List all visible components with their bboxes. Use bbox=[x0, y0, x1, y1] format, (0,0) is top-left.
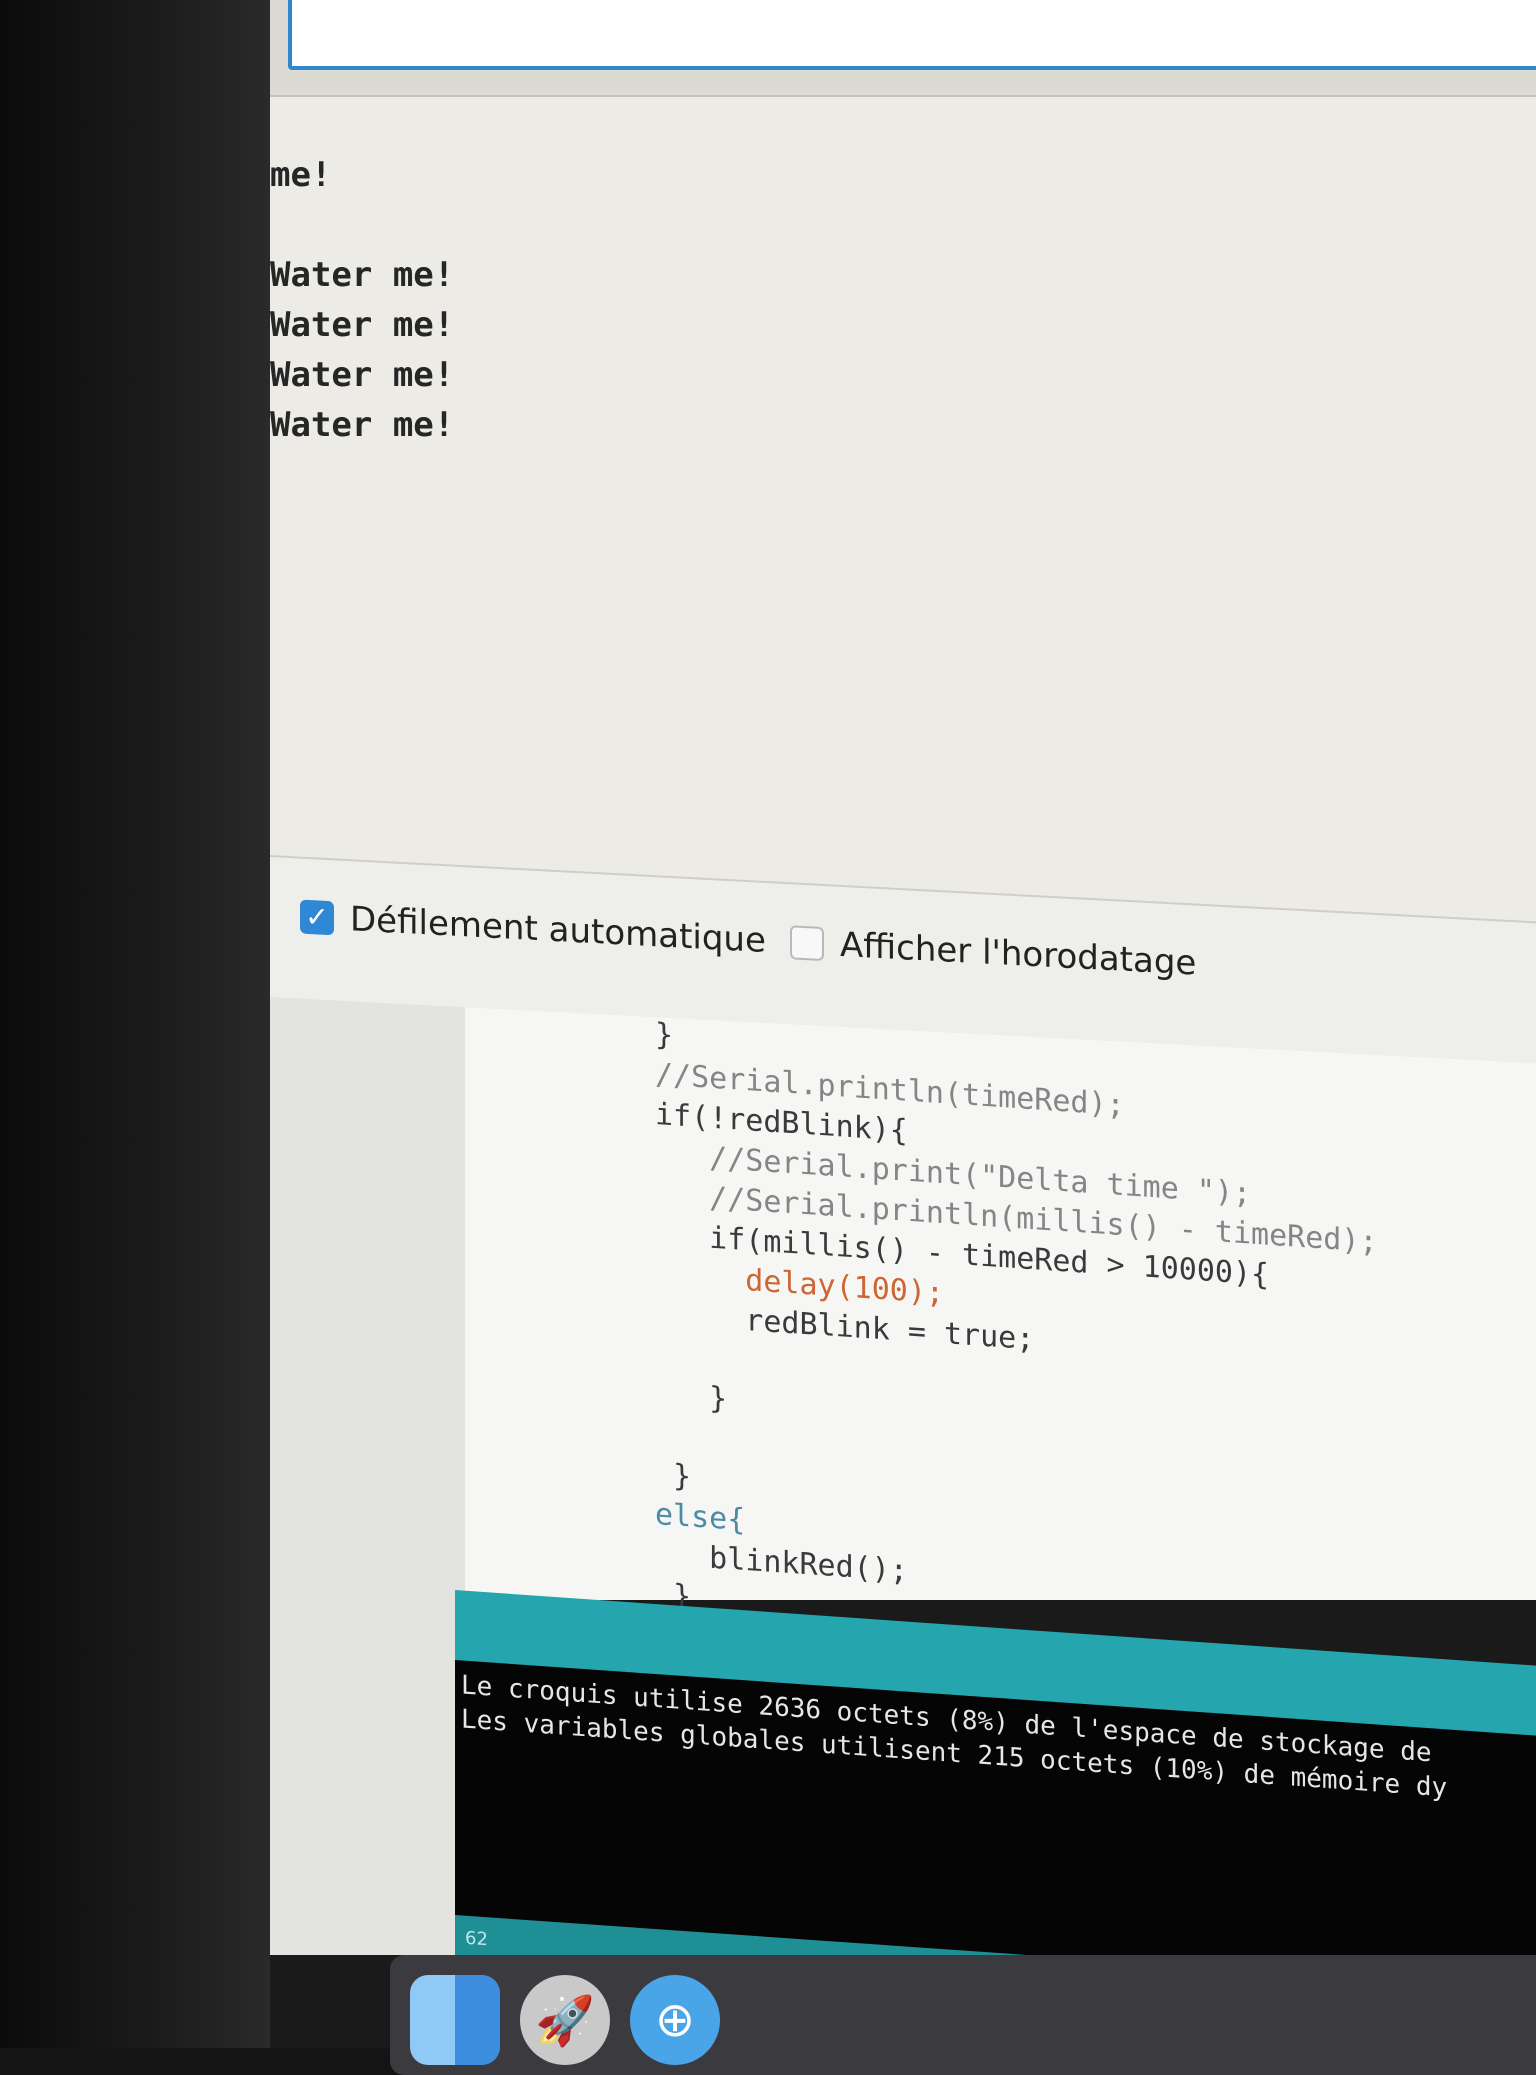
autoscroll-label: Défilement automatique bbox=[350, 899, 766, 961]
autoscroll-option[interactable]: ✓ Défilement automatique bbox=[300, 897, 766, 961]
serial-output-line bbox=[270, 200, 1536, 250]
timestamp-option[interactable]: Afficher l'horodatage bbox=[790, 922, 1197, 984]
launchpad-icon[interactable]: 🚀 bbox=[520, 1975, 610, 2065]
send-bar bbox=[270, 0, 1536, 97]
checkmark-icon: ✓ bbox=[305, 899, 329, 935]
serial-send-input[interactable] bbox=[288, 0, 1536, 70]
serial-output-line: Water me! bbox=[270, 305, 455, 345]
timestamp-label: Afficher l'horodatage bbox=[840, 924, 1197, 984]
editor-gutter bbox=[270, 955, 465, 1955]
serial-output-line: me! bbox=[270, 155, 332, 195]
serial-output-line: Water me! bbox=[270, 405, 455, 445]
timestamp-checkbox[interactable] bbox=[790, 925, 824, 962]
autoscroll-checkbox[interactable]: ✓ bbox=[300, 899, 334, 936]
code-area[interactable]: } //Serial.println(timeRed); if(!redBlin… bbox=[655, 1015, 1377, 1663]
dock: 🚀 ⊕ bbox=[390, 1955, 1536, 2075]
screen: me! Water me! Water me! Water me! Water … bbox=[270, 0, 1536, 2048]
monitor-bezel bbox=[0, 0, 270, 2048]
serial-output-line: Water me! bbox=[270, 355, 455, 395]
serial-output: me! Water me! Water me! Water me! Water … bbox=[270, 150, 1536, 850]
safari-icon[interactable]: ⊕ bbox=[630, 1975, 720, 2065]
finder-icon[interactable] bbox=[410, 1975, 500, 2065]
serial-output-line: Water me! bbox=[270, 255, 455, 295]
